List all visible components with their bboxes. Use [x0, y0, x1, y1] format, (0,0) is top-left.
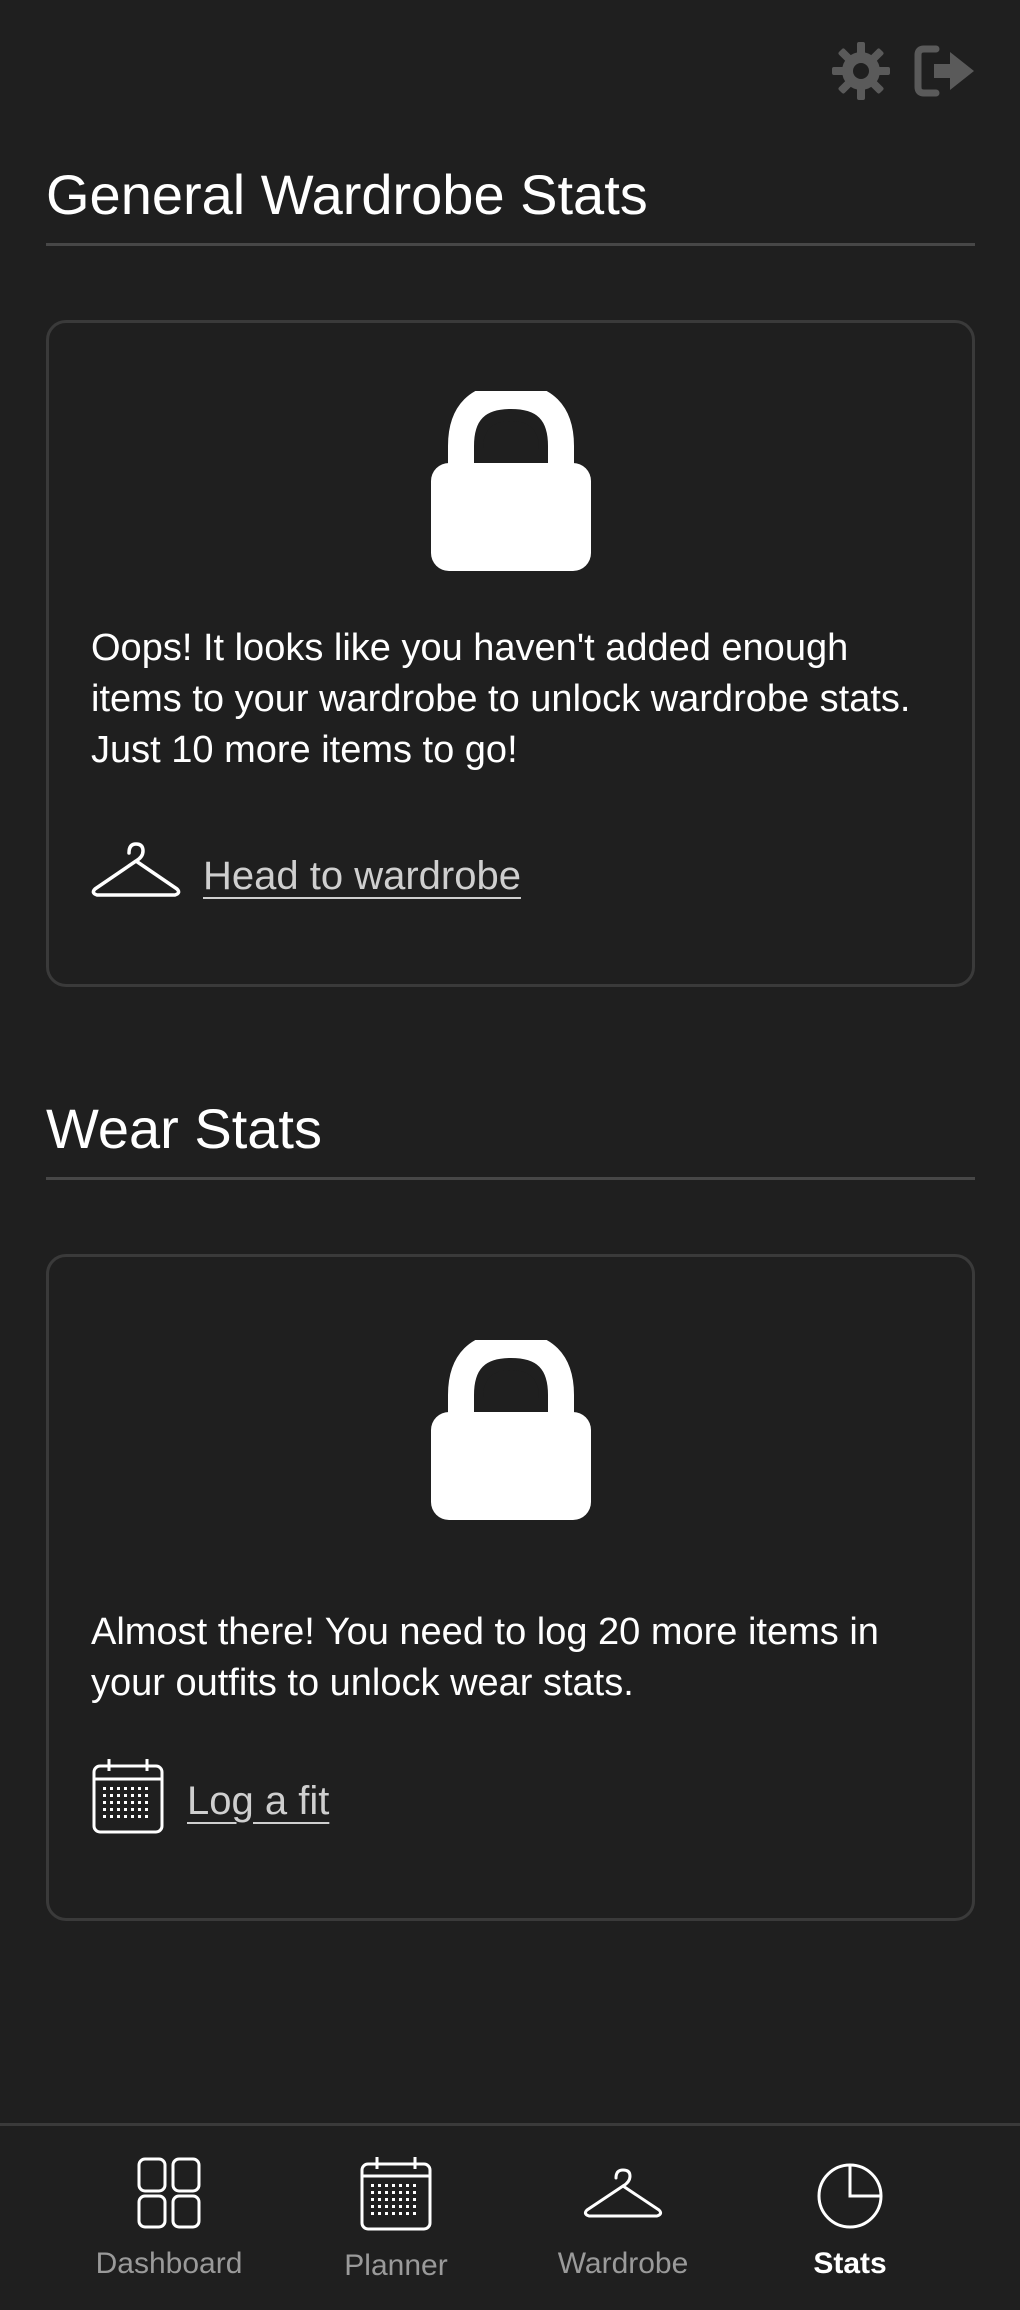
lock-icon [430, 382, 591, 576]
section-title-general: General Wardrobe Stats [46, 163, 648, 226]
nav-label: Planner [344, 2249, 448, 2282]
link-label[interactable]: Log a fit [187, 1779, 329, 1824]
nav-label: Wardrobe [557, 2247, 689, 2280]
calendar-icon [91, 1757, 165, 1845]
nav-item-stats[interactable]: Stats [750, 2156, 950, 2281]
bottom-nav: Dashboard Planner Wardrobe Stats [0, 2123, 1020, 2310]
card-message: Almost there! You need to log 20 more it… [91, 1611, 879, 1704]
gear-icon[interactable] [830, 40, 892, 102]
hanger-icon [583, 2156, 663, 2235]
logout-icon[interactable] [914, 43, 976, 99]
head-to-wardrobe-link[interactable]: Head to wardrobe [91, 841, 521, 911]
nav-item-wardrobe[interactable]: Wardrobe [523, 2156, 723, 2281]
grid-icon [136, 2156, 202, 2235]
log-a-fit-link[interactable]: Log a fit [91, 1757, 329, 1845]
calendar-icon [359, 2156, 433, 2237]
card-message: Oops! It looks like you haven't added en… [91, 627, 911, 771]
pie-chart-icon [813, 2156, 887, 2235]
nav-label: Dashboard [95, 2247, 243, 2280]
locked-stats-card-general: Oops! It looks like you haven't added en… [46, 320, 975, 987]
locked-stats-card-wear: Almost there! You need to log 20 more it… [46, 1254, 975, 1921]
nav-label: Stats [813, 2247, 887, 2280]
nav-item-dashboard[interactable]: Dashboard [69, 2156, 269, 2281]
header-actions [830, 40, 976, 102]
section-title-wear: Wear Stats [46, 1097, 322, 1160]
hanger-icon [91, 841, 181, 911]
lock-icon [430, 1331, 591, 1525]
link-label[interactable]: Head to wardrobe [203, 854, 521, 899]
section-divider [46, 1177, 975, 1180]
nav-item-planner[interactable]: Planner [296, 2156, 496, 2283]
section-divider [46, 243, 975, 246]
